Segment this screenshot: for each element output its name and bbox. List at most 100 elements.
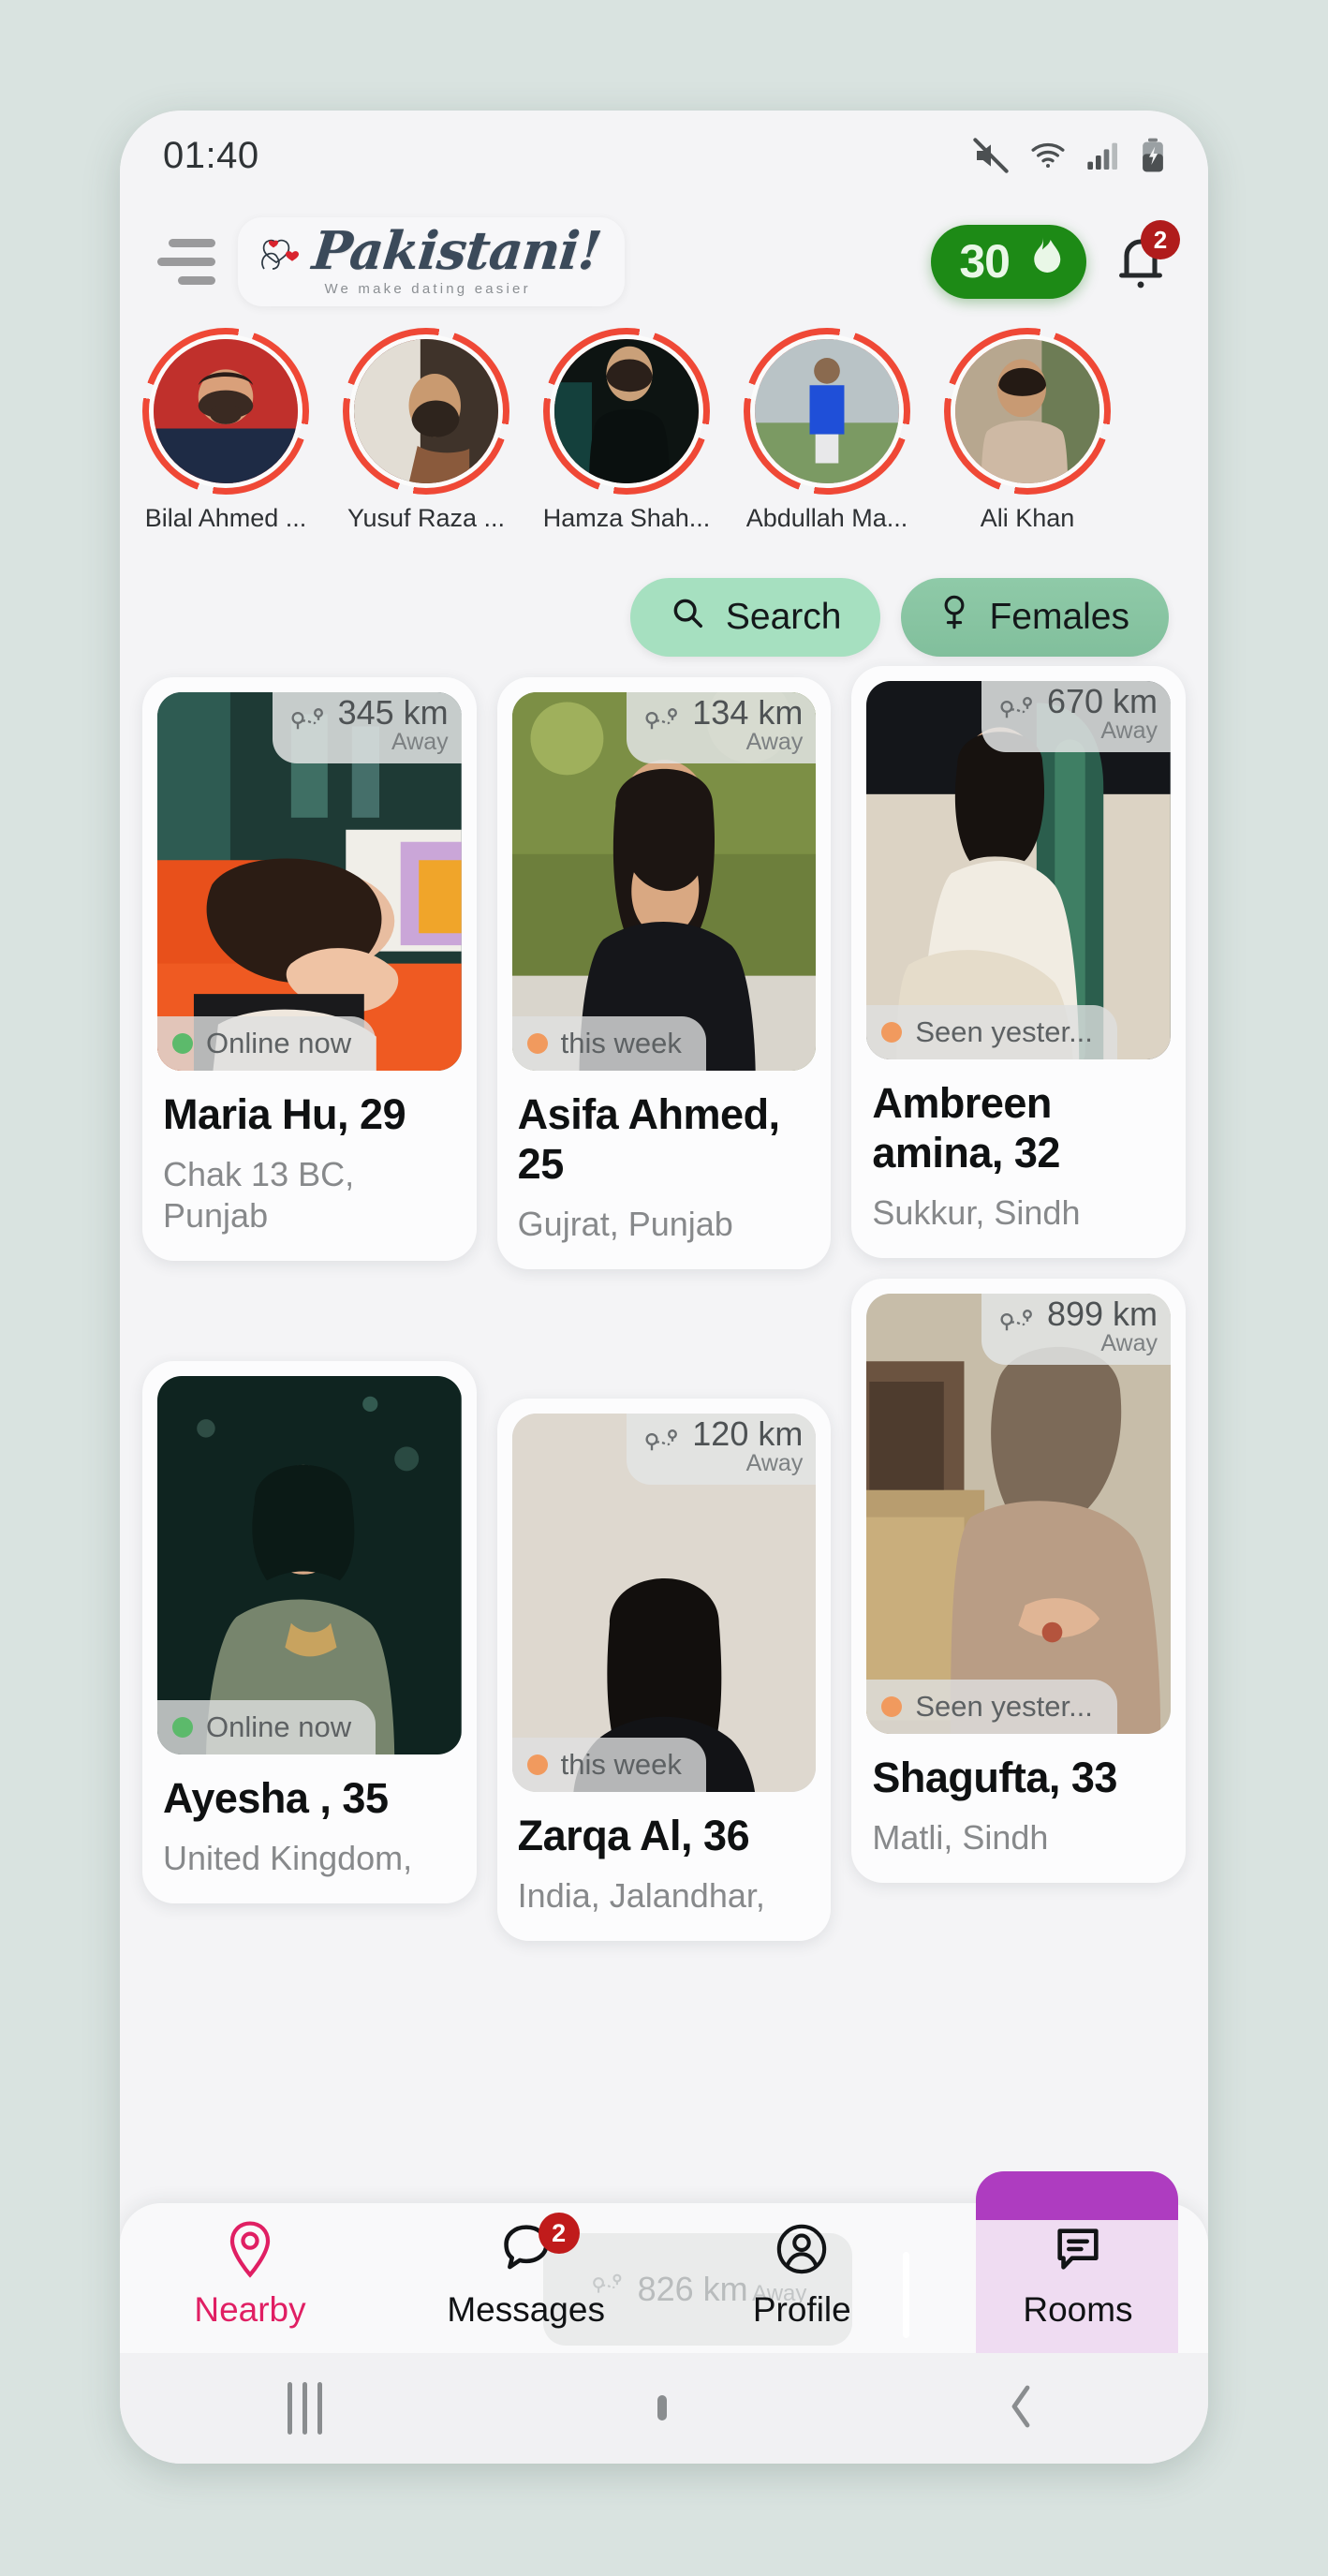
story-item[interactable]: Bilal Ahmed ... bbox=[125, 328, 326, 533]
screenshot-stage: 01:40 Pakistani! We make dating easier 3… bbox=[0, 0, 1328, 2576]
recents-icon[interactable] bbox=[288, 2382, 323, 2435]
signal-icon bbox=[1085, 137, 1122, 174]
profile-location: United Kingdom, bbox=[163, 1839, 413, 1878]
profile-card[interactable]: 134 km Away this week Asifa Ahmed, 25 Gu… bbox=[496, 677, 832, 1270]
online-status-badge: this week bbox=[511, 1016, 706, 1071]
profile-name: Maria Hu, 29 bbox=[163, 1090, 406, 1138]
profile-photo: 899 km Away Seen yester... bbox=[866, 1294, 1172, 1735]
profile-photo: 120 km Away this week bbox=[511, 1414, 817, 1793]
online-status-badge: Seen yester... bbox=[866, 1680, 1117, 1735]
profile-location: India, Jalandhar, bbox=[517, 1876, 765, 1916]
story-avatar bbox=[951, 334, 1104, 488]
status-dot bbox=[172, 1717, 193, 1739]
profile-name: Ambreen amina, 32 bbox=[872, 1079, 1060, 1177]
profile-card[interactable]: 120 km Away this week Zarqa Al, 36 India… bbox=[496, 1399, 832, 1942]
bell-icon bbox=[1107, 239, 1174, 299]
profile-card[interactable]: 345 km Away Online now Maria Hu, 29 Chak… bbox=[142, 677, 477, 1261]
female-symbol-icon bbox=[940, 594, 968, 641]
nav-item-messages[interactable]: 2 Messages bbox=[428, 2213, 625, 2330]
header-actions: 30 2 bbox=[931, 220, 1180, 299]
distance-away-label: Away bbox=[391, 729, 449, 755]
nav-item-profile[interactable]: Profile bbox=[703, 2220, 900, 2330]
profile-location: Sukkur, Sindh bbox=[872, 1193, 1081, 1233]
story-avatar bbox=[349, 334, 503, 488]
story-ring bbox=[142, 328, 309, 495]
profile-photo: Online now bbox=[157, 1376, 462, 1755]
story-item[interactable]: Abdullah Ma... bbox=[727, 328, 927, 533]
search-icon bbox=[670, 595, 705, 640]
nav-label-profile: Profile bbox=[752, 2290, 851, 2329]
story-avatar bbox=[550, 334, 703, 488]
back-icon[interactable] bbox=[1003, 2379, 1040, 2438]
profile-card[interactable]: 899 km Away Seen yester... Shagufta, 33 … bbox=[851, 1279, 1187, 1884]
nav-item-rooms[interactable]: Rooms bbox=[980, 2220, 1176, 2330]
distance-badge: 670 km Away bbox=[981, 681, 1172, 753]
nav-label-rooms: Rooms bbox=[1023, 2290, 1133, 2329]
profile-name: Shagufta, 33 bbox=[872, 1754, 1117, 1802]
app-header: Pakistani! We make dating easier 30 2 bbox=[120, 200, 1208, 322]
profile-photo: 345 km Away Online now bbox=[157, 692, 462, 1071]
story-item[interactable]: Yusuf Raza ... bbox=[326, 328, 526, 533]
messages-badge: 2 bbox=[538, 2213, 580, 2254]
story-item[interactable]: Hamza Shah... bbox=[526, 328, 727, 533]
story-name: Bilal Ahmed ... bbox=[144, 504, 307, 532]
search-button[interactable]: Search bbox=[629, 578, 881, 657]
wifi-icon bbox=[1026, 137, 1070, 174]
story-name: Hamza Shah... bbox=[542, 504, 711, 532]
online-status-badge: Online now bbox=[157, 1016, 376, 1071]
phone-frame: 01:40 Pakistani! We make dating easier 3… bbox=[120, 111, 1208, 2464]
notifications-badge: 2 bbox=[1141, 220, 1180, 259]
status-text: Seen yester... bbox=[915, 1015, 1093, 1048]
online-status-badge: this week bbox=[511, 1738, 706, 1793]
profile-card[interactable]: 670 km Away Seen yester... Ambreen amina… bbox=[851, 666, 1187, 1259]
status-clock: 01:40 bbox=[163, 134, 259, 176]
profile-location: Gujrat, Punjab bbox=[517, 1205, 733, 1244]
notifications-button[interactable]: 2 bbox=[1107, 220, 1180, 295]
profile-name: Asifa Ahmed, 25 bbox=[517, 1090, 780, 1189]
story-name: Abdullah Ma... bbox=[745, 504, 908, 532]
status-bar: 01:40 bbox=[120, 111, 1208, 200]
online-status-badge: Seen yester... bbox=[866, 1005, 1117, 1059]
status-dot bbox=[172, 1033, 193, 1054]
status-text: this week bbox=[560, 1748, 682, 1782]
status-dot bbox=[881, 1696, 903, 1718]
profile-card[interactable]: Online now Ayesha , 35 United Kingdom, bbox=[142, 1361, 477, 1904]
credits-badge[interactable]: 30 bbox=[931, 224, 1086, 299]
route-pin-icon bbox=[642, 704, 683, 747]
status-text: Online now bbox=[206, 1027, 352, 1059]
profile-photo: 670 km Away Seen yester... bbox=[866, 681, 1172, 1059]
distance-value: 670 km bbox=[1046, 682, 1158, 720]
profile-row: Online now Ayesha , 35 United Kingdom, 1… bbox=[142, 1279, 1187, 1942]
logo-tagline: We make dating easier bbox=[324, 280, 531, 297]
mute-icon bbox=[970, 137, 1011, 174]
heart-swan-logo-icon bbox=[255, 228, 307, 274]
status-text: Seen yester... bbox=[915, 1690, 1093, 1724]
flame-icon bbox=[1023, 234, 1062, 289]
distance-away-label: Away bbox=[1100, 1330, 1158, 1357]
gender-filter-button[interactable]: Females bbox=[901, 578, 1169, 657]
location-pin-icon bbox=[223, 2220, 277, 2283]
nav-label-nearby: Nearby bbox=[194, 2290, 306, 2329]
distance-value: 134 km bbox=[692, 693, 804, 732]
distance-away-label: Away bbox=[1100, 718, 1158, 744]
route-pin-icon bbox=[996, 693, 1038, 735]
story-item[interactable]: Ali Khan bbox=[927, 328, 1128, 533]
nav-label-messages: Messages bbox=[447, 2290, 605, 2329]
app-logo[interactable]: Pakistani! We make dating easier bbox=[238, 216, 626, 306]
route-pin-icon bbox=[642, 1426, 683, 1468]
nav-item-nearby[interactable]: Nearby bbox=[152, 2220, 348, 2330]
story-ring bbox=[343, 328, 509, 495]
home-icon[interactable] bbox=[657, 2395, 668, 2421]
hamburger-icon[interactable] bbox=[152, 238, 221, 285]
distance-text-group: 670 km Away bbox=[1046, 682, 1158, 744]
online-status-badge: Online now bbox=[157, 1700, 376, 1755]
profile-location: Chak 13 BC, Punjab bbox=[163, 1155, 355, 1235]
story-ring bbox=[744, 328, 910, 495]
profile-location: Matli, Sindh bbox=[872, 1818, 1049, 1858]
distance-away-label: Away bbox=[745, 729, 804, 755]
distance-text-group: 899 km Away bbox=[1047, 1297, 1158, 1357]
distance-badge: 134 km Away bbox=[627, 692, 817, 764]
stories-row[interactable]: Bilal Ahmed ... Yusuf Raza ... Hamza Sha… bbox=[120, 322, 1208, 540]
distance-badge: 120 km Away bbox=[627, 1414, 817, 1486]
nav-separator bbox=[903, 2252, 909, 2338]
